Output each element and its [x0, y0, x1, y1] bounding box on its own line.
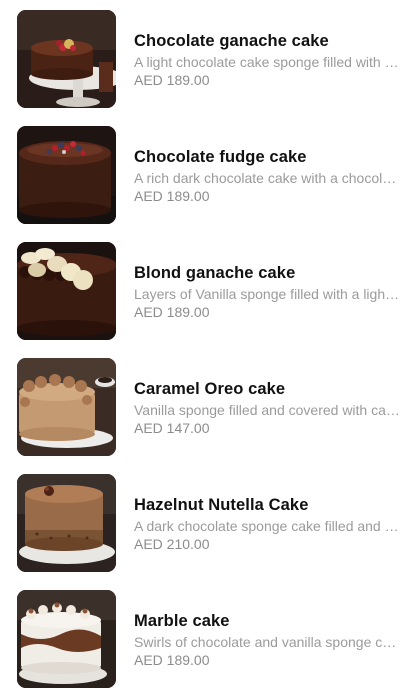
- item-title: Chocolate ganache cake: [134, 32, 329, 50]
- item-price: AED 189.00: [134, 188, 210, 204]
- item-title: Blond ganache cake: [134, 264, 296, 282]
- item-price: AED 189.00: [134, 304, 210, 320]
- hazelnut-nutella-cake-image[interactable]: [17, 474, 116, 572]
- menu-item-chocolate-fudge-cake[interactable]: Chocolate fudge cake A rich dark chocola…: [0, 126, 419, 226]
- item-description: Swirls of chocolate and vanilla sponge c…: [134, 634, 402, 650]
- item-price: AED 147.00: [134, 420, 210, 436]
- item-price: AED 189.00: [134, 652, 210, 668]
- menu-item-list: Chocolate ganache cake A light chocolate…: [0, 0, 419, 700]
- chocolate-fudge-cake-image[interactable]: [17, 126, 116, 224]
- marble-cake-image[interactable]: [17, 590, 116, 688]
- menu-item-chocolate-ganache-cake[interactable]: Chocolate ganache cake A light chocolate…: [0, 10, 419, 110]
- menu-item-caramel-oreo-cake[interactable]: Caramel Oreo cake Vanilla sponge filled …: [0, 358, 419, 458]
- menu-item-blond-ganache-cake[interactable]: Blond ganache cake Layers of Vanilla spo…: [0, 242, 419, 342]
- menu-item-marble-cake[interactable]: Marble cake Swirls of chocolate and vani…: [0, 590, 419, 690]
- item-title: Marble cake: [134, 612, 230, 630]
- item-description: A light chocolate cake sponge filled wit…: [134, 54, 402, 70]
- item-description: Layers of Vanilla sponge filled with a l…: [134, 286, 402, 302]
- item-description: A dark chocolate sponge cake filled and …: [134, 518, 402, 534]
- blond-ganache-cake-image[interactable]: [17, 242, 116, 340]
- caramel-oreo-cake-image[interactable]: [17, 358, 116, 456]
- item-price: AED 210.00: [134, 536, 210, 552]
- item-title: Hazelnut Nutella Cake: [134, 496, 309, 514]
- item-title: Chocolate fudge cake: [134, 148, 307, 166]
- item-title: Caramel Oreo cake: [134, 380, 286, 398]
- menu-item-hazelnut-nutella-cake[interactable]: Hazelnut Nutella Cake A dark chocolate s…: [0, 474, 419, 574]
- item-price: AED 189.00: [134, 72, 210, 88]
- item-description: Vanilla sponge filled and covered with c…: [134, 402, 402, 418]
- chocolate-ganache-cake-image[interactable]: [17, 10, 116, 108]
- item-description: A rich dark chocolate cake with a chocol…: [134, 170, 402, 186]
